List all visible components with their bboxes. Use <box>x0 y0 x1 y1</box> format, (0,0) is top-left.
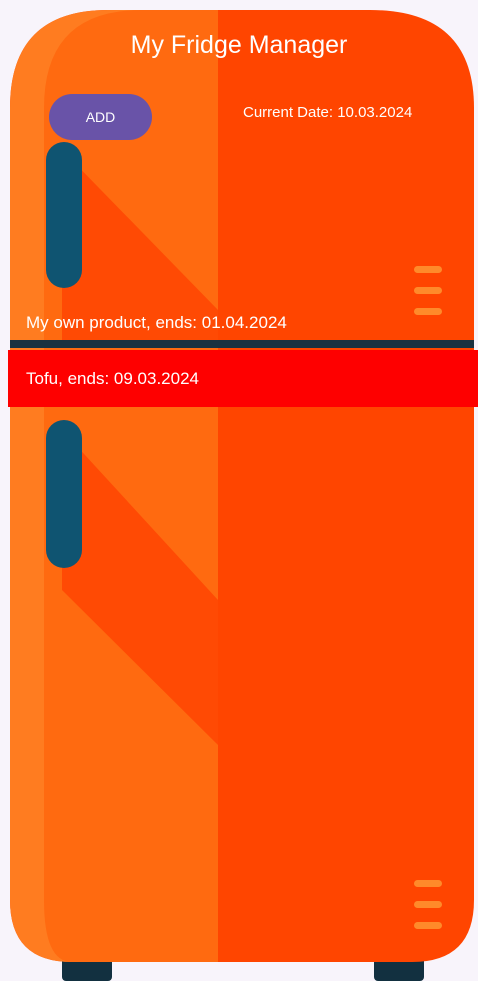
product-ends-date: 01.04.2024 <box>201 313 287 332</box>
fridge-handle-top <box>46 142 82 288</box>
add-button[interactable]: ADD <box>49 94 152 140</box>
fridge-vent-line <box>414 287 442 294</box>
product-ends-date: 09.03.2024 <box>113 368 199 388</box>
app-title: My Fridge Manager <box>130 31 348 59</box>
product-item[interactable]: My own product, ends: 01.04.2024 <box>26 311 456 335</box>
current-date-value: 10.03.2024 <box>337 104 413 121</box>
fridge-vent-line <box>414 880 442 887</box>
fridge-door-gap <box>10 340 474 348</box>
product-item-expired[interactable]: Tofu, ends: 09.03.2024 <box>8 350 478 407</box>
current-date: Current Date: 10.03.2024 <box>243 103 412 123</box>
product-name: My own product <box>26 313 146 332</box>
fridge-vent-line <box>414 901 442 908</box>
app-screen: My Fridge Manager ADD Current Date: 10.0… <box>0 0 478 981</box>
fridge-vent-line <box>414 266 442 273</box>
product-ends-label: , ends: <box>146 313 202 332</box>
current-date-label: Current Date: <box>243 104 338 121</box>
fridge-vent-line <box>414 922 442 929</box>
product-name: Tofu <box>26 368 59 388</box>
product-ends-label: , ends: <box>58 368 114 388</box>
fridge-illustration <box>10 10 474 981</box>
fridge-handle-bottom <box>46 420 82 568</box>
